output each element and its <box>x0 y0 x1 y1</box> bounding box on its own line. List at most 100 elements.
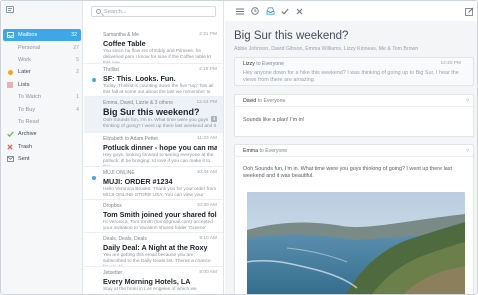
list-icon <box>236 8 244 14</box>
inbox-icon <box>266 7 274 15</box>
sidebar-item-work[interactable]: Work 5 <box>1 54 83 66</box>
sidebar-item-sent[interactable]: Sent <box>1 153 83 165</box>
message-row[interactable]: Deals, Deals, Deals 9:10 AM Daily Deal: … <box>84 233 223 267</box>
message-card-header: Lizzy to Everyone 12:40 PM <box>235 58 473 69</box>
sidebar-item-count: 4 <box>76 106 79 113</box>
close-icon <box>296 8 302 14</box>
card-body: Hey anyone down for a hike this weekend?… <box>243 70 459 83</box>
unread-dot-icon <box>92 78 96 82</box>
message-card-header: David to Everyone ▿ <box>235 95 473 106</box>
landscape-image <box>247 192 465 294</box>
unread-dot-icon <box>92 176 96 180</box>
thread-participants: Abbie Johnson, David Gibson, Emma Willia… <box>234 46 419 52</box>
message-time: 10:44 AM <box>196 170 217 175</box>
message-subject: Potluck dinner - hope you can make it! <box>103 142 217 152</box>
delete-button[interactable] <box>294 6 304 16</box>
sidebar-item-later[interactable]: Later 2 <box>1 66 83 78</box>
message-time: 8:00 AM <box>199 270 217 275</box>
chevron-down-icon[interactable]: ▿ <box>466 97 469 104</box>
message-row[interactable]: Samantha & Me 2:31 PM Coffee Table You s… <box>84 29 223 64</box>
message-row[interactable]: Thrillist 2:18 PM SF: This. Looks. Fun. … <box>84 64 223 97</box>
thread-count-badge: 3 <box>211 116 217 122</box>
message-snippet: Stay at the hotel in Los Angeles of whic… <box>103 286 197 292</box>
sidebar-item-personal[interactable]: Personal 27 <box>1 41 83 53</box>
message-row[interactable]: Jetsetter 8:00 AM Every Morning Hotels, … <box>84 267 223 294</box>
sidebar-item-trash[interactable]: Trash <box>1 141 83 153</box>
message-subject: Every Morning Hotels, LA <box>103 276 191 286</box>
inbox-icon <box>6 31 14 39</box>
message-snippet: Hey guys, looking forward to seeing ever… <box>103 152 214 167</box>
message-time: 9:10 AM <box>199 236 217 241</box>
message-subject: Daily Deal: A Night at the Roxy <box>103 242 208 252</box>
message-snippet: Today, Thrillist is counting down the fi… <box>103 83 214 97</box>
card-time: 12:40 PM <box>440 61 461 66</box>
card-body: Sounds like a plan! I'm in! <box>243 117 305 123</box>
message-time: 12:43 PM <box>196 100 217 105</box>
later-button[interactable] <box>250 6 260 16</box>
sidebar-item-label: To Read <box>18 118 39 125</box>
message-time: 2:31 PM <box>199 32 217 37</box>
sidebar-item-label: Trash <box>18 143 33 150</box>
search-input[interactable] <box>104 8 212 16</box>
card-recipient: to Everyone <box>254 61 284 67</box>
mail-window: Mailbox 32 Personal 27 Work 5 Later 2 Li… <box>0 0 478 295</box>
message-card[interactable]: David to Everyone ▿ Sounds like a plan! … <box>234 94 474 137</box>
list-icon <box>6 81 14 89</box>
message-card-collapsed[interactable]: Lizzy to Everyone 12:40 PM Hey anyone do… <box>234 57 474 86</box>
message-snippet: You since ha flow ins of Eddy and Pilmse… <box>103 48 211 64</box>
card-sender: Lizzy <box>243 61 255 67</box>
sidebar-item-label: Personal <box>18 44 41 51</box>
sidebar-list: Mailbox 32 Personal 27 Work 5 Later 2 Li… <box>1 29 83 165</box>
sidebar-item-to-buy[interactable]: To Buy 4 <box>1 103 83 115</box>
sidebar-item-lists[interactable]: Lists <box>1 79 83 91</box>
message-row[interactable]: Elizabeth to Adam Pettet 11:23 AM Potluc… <box>84 133 223 167</box>
compose-button[interactable] <box>464 6 474 16</box>
sidebar-item-count: 32 <box>71 32 77 39</box>
sidebar-item-label: To Buy <box>18 106 36 113</box>
clock-icon <box>6 68 14 76</box>
chevron-down-icon[interactable]: ▿ <box>466 147 469 154</box>
message-subject: Tom Smith joined your shared folder <box>103 209 217 219</box>
inbox-button[interactable] <box>265 6 275 16</box>
check-icon <box>281 8 289 15</box>
message-subject: SF: This. Looks. Fun. <box>103 73 176 83</box>
toolbar <box>225 1 477 21</box>
message-row[interactable]: Dropbox 10:30 AM Tom Smith joined your s… <box>84 200 223 233</box>
sidebar-item-mailbox[interactable]: Mailbox 32 <box>3 29 81 42</box>
clock-icon <box>251 7 259 15</box>
message-list: Samantha & Me 2:31 PM Coffee Table You s… <box>84 1 224 294</box>
archive-button[interactable] <box>280 6 290 16</box>
card-body: Ooh Sounds fun, I'm in. What time were y… <box>243 166 452 179</box>
card-recipient: to Everyone <box>258 148 288 154</box>
message-row[interactable]: MUJI ONLINE 10:44 AM MUJI: ORDER #1234 H… <box>84 167 223 200</box>
message-time: 10:30 AM <box>196 203 217 208</box>
sidebar-item-count: 1 <box>76 94 79 101</box>
compose-icon <box>464 6 474 16</box>
attached-photo[interactable] <box>247 192 465 294</box>
sidebar-item-label: Work <box>18 56 31 63</box>
message-row-selected[interactable]: Emma, David, Lizzie & 3 others 12:43 PM … <box>84 97 223 133</box>
message-snippet: You are getting this email because you a… <box>103 252 211 267</box>
sidebar-item-label: Later <box>18 69 31 76</box>
sidebar-toggle-icon[interactable] <box>6 6 14 13</box>
check-icon <box>6 130 14 138</box>
sidebar-item-to-watch[interactable]: To Watch 1 <box>1 91 83 103</box>
sidebar-item-count: 5 <box>76 56 79 63</box>
list-view-button[interactable] <box>235 6 245 16</box>
sidebar-item-archive[interactable]: Archive <box>1 128 83 140</box>
reading-pane: Big Sur this weekend? Abbie Johnson, Dav… <box>225 1 477 294</box>
message-snippet: Ooh Sounds fun, I'm in. What time were y… <box>103 117 217 129</box>
thread-title: Big Sur this weekend? <box>234 30 349 42</box>
message-card[interactable]: Emma to Everyone ▿ Ooh Sounds fun, I'm i… <box>234 144 474 294</box>
message-time: 2:18 PM <box>199 67 217 72</box>
message-snippet: Hello Veronica Brooks: Thank you for you… <box>103 186 217 200</box>
sidebar-item-count: 27 <box>73 44 79 51</box>
sidebar-item-to-read[interactable]: To Read <box>1 116 83 128</box>
message-subject: Big Sur this weekend? <box>103 106 200 117</box>
search-box[interactable] <box>91 6 216 17</box>
message-snippet: Hi Veronica, Tom Smith (tom@gmail.com) a… <box>103 219 213 231</box>
sidebar: Mailbox 32 Personal 27 Work 5 Later 2 Li… <box>1 1 83 294</box>
sidebar-item-label: Lists <box>18 81 30 88</box>
card-divider <box>235 106 473 107</box>
sidebar-item-label: Mailbox <box>18 32 38 39</box>
